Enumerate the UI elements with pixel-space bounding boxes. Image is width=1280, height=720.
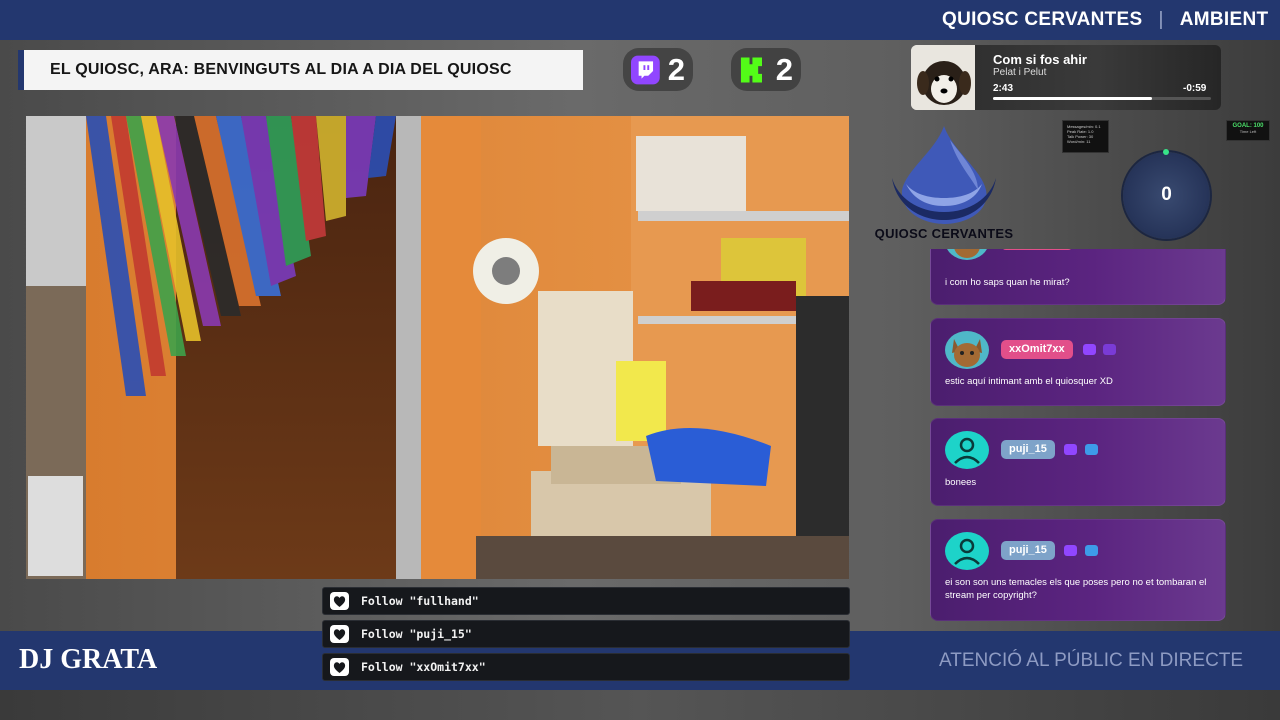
- viewer-badge-icon: [1085, 444, 1098, 455]
- ticker-separator: |: [1158, 9, 1164, 30]
- chat-message: puji_15 bonees: [930, 418, 1226, 506]
- follow-alert-text: Follow "fullhand": [361, 594, 479, 608]
- webcam-image: [26, 116, 849, 579]
- heart-icon: [330, 625, 349, 643]
- bottom-tagline: ATENCIÓ AL PÚBLIC EN DIRECTE: [939, 650, 1244, 671]
- follow-alert: Follow "fullhand": [322, 587, 850, 615]
- song-artist: Pelat i Pelut: [993, 67, 1047, 78]
- chat-message-text: ei son son uns temacles els que poses pe…: [945, 577, 1207, 601]
- chat-message-text: estic aquí intimant amb el quiosquer XD: [945, 376, 1113, 387]
- chat-username: puji_15: [1001, 541, 1055, 560]
- chat-message: xxOmit7xx i com ho saps quan he mirat?: [930, 249, 1226, 305]
- viewer-badge-icon: [1085, 545, 1098, 556]
- follow-alert-text: Follow "puji_15": [361, 627, 472, 641]
- kick-viewer-count: 2: [775, 51, 793, 87]
- stream-title: EL QUIOSC, ARA: BENVINGUTS AL DIA A DIA …: [50, 61, 512, 78]
- chat-username: puji_15: [1001, 440, 1055, 459]
- song-title: Com si fos ahir: [993, 52, 1087, 67]
- chat-stats-widget: Messages/min: 0.1 Peak Rate: 1.0 Talk Po…: [1062, 120, 1109, 153]
- kick-viewer-counter: 2: [731, 48, 801, 91]
- chat-message-text: i com ho saps quan he mirat?: [945, 277, 1070, 288]
- song-progress-bar: [993, 97, 1211, 100]
- counter-gauge: 0: [1123, 149, 1210, 239]
- user-avatar-icon: [945, 431, 989, 469]
- follow-alert: Follow "puji_15": [322, 620, 850, 648]
- stats-line: Word/min: 11: [1067, 139, 1091, 144]
- quiosc-cervantes-logo: QUIOSC CERVANTES: [866, 120, 1022, 244]
- heart-icon: [330, 658, 349, 676]
- cat-avatar-icon: [945, 331, 989, 369]
- song-remaining-time: -0:59: [1183, 83, 1207, 94]
- chat-message: xxOmit7xx estic aquí intimant amb el qui…: [930, 318, 1226, 406]
- follow-alert-text: Follow "xxOmit7xx": [361, 660, 486, 674]
- water-drop-logo-icon: [892, 126, 996, 224]
- ticker-item: AMBIENT: [1179, 9, 1269, 30]
- dj-name: DJ GRATA: [19, 644, 158, 675]
- top-ticker-bar: QUIOSC CERVANTES | AMBIENT: [0, 0, 1280, 40]
- album-art: [911, 45, 975, 110]
- twitch-badge-icon: [1064, 444, 1077, 455]
- follow-alert: Follow "xxOmit7xx": [322, 653, 850, 681]
- twitch-viewer-count: 2: [667, 51, 685, 87]
- stream-title-box: EL QUIOSC, ARA: BENVINGUTS AL DIA A DIA …: [18, 50, 583, 90]
- chat-username: xxOmit7xx: [1001, 340, 1073, 359]
- goal-widget: GOAL: 100 Time Left: [1226, 120, 1270, 141]
- gauge-value: 0: [1161, 184, 1172, 205]
- twitch-viewer-counter: 2: [623, 48, 693, 91]
- webcam-feed: [26, 116, 849, 579]
- ticker-item: QUIOSC CERVANTES: [942, 9, 1143, 30]
- user-avatar-icon: [945, 532, 989, 570]
- song-progress-fill: [993, 97, 1153, 100]
- cat-avatar-icon: [945, 249, 989, 260]
- subscriber-badge-icon: [1103, 344, 1116, 355]
- bottom-strip: [0, 690, 1280, 720]
- chat-message-text: bonees: [945, 477, 977, 488]
- gauge-indicator-dot: [1163, 149, 1169, 155]
- chat-panel: xxOmit7xx i com ho saps quan he mirat? x…: [930, 249, 1226, 629]
- chat-message: puji_15 ei son son uns temacles els que …: [930, 519, 1226, 621]
- ticker-text: QUIOSC CERVANTES | AMBIENT: [942, 9, 1268, 31]
- twitch-badge-icon: [1083, 344, 1096, 355]
- chat-username: xxOmit7xx: [1001, 249, 1073, 250]
- now-playing-widget: Com si fos ahir Pelat i Pelut 2:43 -0:59: [911, 45, 1221, 110]
- goal-sub-label: Time Left: [1239, 129, 1257, 134]
- song-elapsed-time: 2:43: [993, 83, 1014, 94]
- twitch-icon: [631, 55, 660, 84]
- twitch-badge-icon: [1064, 545, 1077, 556]
- logo-text: QUIOSC CERVANTES: [874, 226, 1014, 241]
- heart-icon: [330, 592, 349, 610]
- kick-icon: [740, 57, 762, 82]
